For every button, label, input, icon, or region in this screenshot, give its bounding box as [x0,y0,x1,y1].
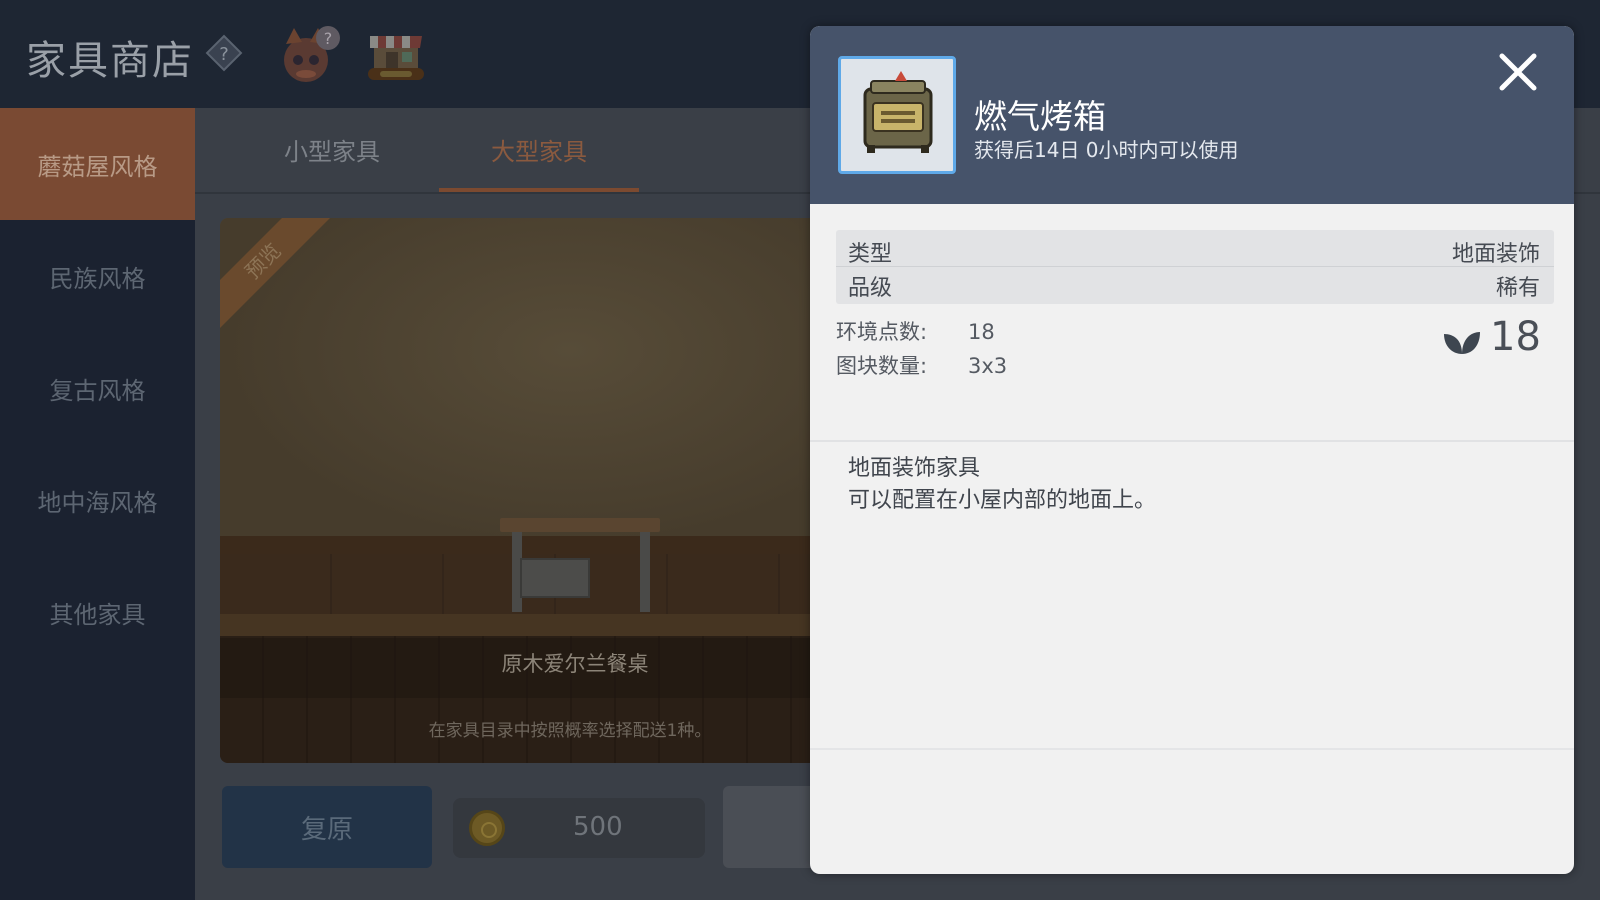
item-thumbnail [838,56,956,174]
category-sidebar: 蘑菇屋风格 民族风格 复古风格 地中海风格 其他家具 [0,108,195,900]
shop-title: 家具商店 [26,38,194,84]
info-row-type: 类型 地面装饰 [848,242,1540,267]
sidebar-item-mediterranean-style[interactable]: 地中海风格 [0,444,195,556]
close-icon[interactable] [1496,50,1540,94]
sidebar-item-mushroom-style[interactable]: 蘑菇屋风格 [0,108,195,220]
sidebar-item-other-furniture[interactable]: 其他家具 [0,556,195,668]
help-icon[interactable]: ? [204,33,244,73]
popup-header: 燃气烤箱 获得后14日 0小时内可以使用 [810,26,1574,204]
coin-icon [469,810,505,846]
item-detail-popup: 燃气烤箱 获得后14日 0小时内可以使用 类型 地面装饰 品级 稀有 环境点数:… [810,26,1574,874]
item-description-line-2: 可以配置在小屋内部的地面上。 [848,488,1157,513]
divider [810,440,1574,442]
character-avatar-icon[interactable]: ? [276,22,344,86]
item-duration: 获得后14日 0小时内可以使用 [974,138,1239,162]
environment-score: 18 [1490,314,1541,360]
tab-large-furniture[interactable]: 大型家具 [439,132,639,192]
item-description-line-1: 地面装饰家具 [848,456,981,481]
item-info-table: 类型 地面装饰 品级 稀有 [836,230,1554,304]
sidebar-item-ethnic-style[interactable]: 民族风格 [0,220,195,332]
leaf-icon [1444,332,1480,354]
reset-button[interactable]: 复原 [222,786,432,868]
item-title: 燃气烤箱 [974,97,1106,136]
shop-stall-icon[interactable] [364,22,428,86]
sidebar-item-retro-style[interactable]: 复古风格 [0,332,195,444]
svg-text:?: ? [219,44,229,65]
table-illustration [500,518,660,532]
divider [810,748,1574,750]
gas-oven-icon [863,71,933,153]
tab-small-furniture[interactable]: 小型家具 [232,132,432,192]
info-row-grade: 品级 稀有 [848,276,1540,301]
svg-text:?: ? [324,29,333,48]
stat-environment-points: 环境点数: 18 [836,320,995,344]
stat-tile-count: 图块数量: 3x3 [836,354,1008,378]
price-display: 500 [453,798,705,858]
price-value: 500 [573,812,623,842]
